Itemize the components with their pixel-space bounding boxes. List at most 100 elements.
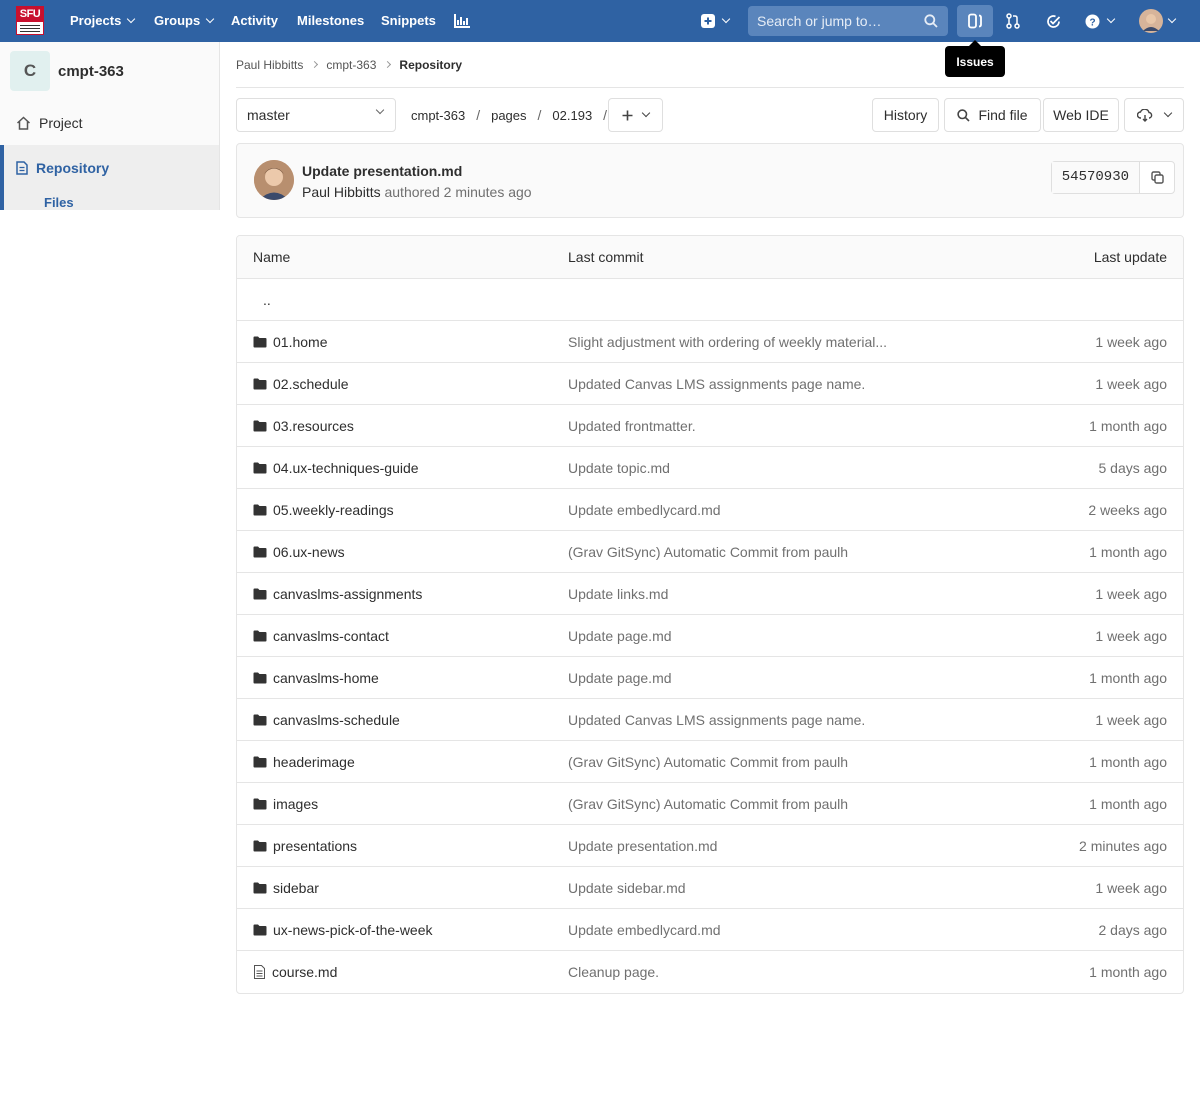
file-name-cell[interactable]: canvaslms-contact [253,628,389,644]
commit-author[interactable]: Paul Hibbitts [302,184,381,200]
file-name: canvaslms-schedule [273,711,400,728]
last-commit-message[interactable]: Update links.md [568,586,668,602]
new-dropdown-button[interactable] [698,5,732,37]
column-header-name: Name [253,249,291,265]
table-row[interactable]: 03.resources Updated frontmatter. 1 month … [237,405,1183,447]
path-segment[interactable]: cmpt-363 [411,108,465,123]
download-dropdown-button[interactable] [1124,98,1184,132]
last-commit-message[interactable]: Update page.md [568,670,672,686]
last-commit-message[interactable]: (Grav GitSync) Automatic Commit from pau… [568,544,848,560]
search-box[interactable] [748,6,948,36]
last-commit-message[interactable]: Slight adjustment with ordering of weekl… [568,334,887,350]
table-row[interactable]: images (Grav GitSync) Automatic Commit fr… [237,783,1183,825]
last-update-time: 1 month ago [1089,669,1167,686]
table-row[interactable]: 06.ux-news (Grav GitSync) Automatic Commi… [237,531,1183,573]
last-commit-message[interactable]: Update presentation.md [568,838,717,854]
nav-milestones[interactable]: Milestones [297,0,364,42]
folder-icon [253,630,267,641]
commit-sha[interactable]: 54570930 [1051,162,1140,193]
file-name-cell[interactable]: 01.home [253,334,327,350]
file-name-cell[interactable]: headerimage [253,754,355,770]
last-commit-message[interactable]: Update sidebar.md [568,880,686,896]
file-name-cell[interactable]: canvaslms-assignments [253,586,422,602]
add-to-tree-button[interactable] [608,98,663,132]
breadcrumb-owner[interactable]: Paul Hibbitts [236,58,303,72]
chart-icon [454,14,470,28]
last-commit-message[interactable]: Update embedlycard.md [568,502,721,518]
nav-analytics[interactable] [452,5,472,37]
table-row[interactable]: 02.schedule Updated Canvas LMS assignment… [237,363,1183,405]
breadcrumb-current[interactable]: Repository [399,58,462,72]
table-row[interactable]: presentations Update presentation.md 2 min… [237,825,1183,867]
last-commit-message[interactable]: Update topic.md [568,460,670,476]
parent-directory-row[interactable]: .. [237,279,1183,321]
table-row[interactable]: canvaslms-contact Update page.md 1 week ag… [237,615,1183,657]
sidebar-project-header[interactable]: C cmpt-363 [0,42,219,100]
file-name-cell[interactable]: 03.resources [253,418,354,434]
nav-activity[interactable]: Activity [231,0,278,42]
table-row[interactable]: 04.ux-techniques-guide Update topic.md 5 d… [237,447,1183,489]
file-name-cell[interactable]: 06.ux-news [253,544,345,560]
table-row[interactable]: 01.home Slight adjustment with ordering o… [237,321,1183,363]
find-file-button[interactable]: Find file [944,98,1041,132]
nav-projects[interactable]: Projects [70,0,136,42]
last-update-time: 5 days ago [1098,459,1168,476]
sidebar-subitem-files[interactable]: Files [0,190,219,210]
last-commit-message[interactable]: Updated Canvas LMS assignments page name… [568,376,865,392]
file-name-cell[interactable]: sidebar [253,880,319,896]
branch-name: master [247,107,290,123]
todo-check-icon [1046,14,1060,28]
file-name-cell[interactable]: canvaslms-schedule [253,712,400,728]
last-commit-message[interactable]: (Grav GitSync) Automatic Commit from pau… [568,754,848,770]
sidebar-item-project[interactable]: Project [0,100,219,145]
table-row[interactable]: sidebar Update sidebar.md 1 week ago [237,867,1183,909]
file-name-cell[interactable]: ux-news-pick-of-the-week [253,922,433,938]
copy-sha-button[interactable] [1140,162,1174,193]
breadcrumb-project[interactable]: cmpt-363 [326,58,376,72]
last-commit-message[interactable]: Cleanup page. [568,964,659,980]
file-name-cell[interactable]: 05.weekly-readings [253,502,394,518]
table-row[interactable]: ux-news-pick-of-the-week Update embedlyca… [237,909,1183,951]
search-input[interactable] [757,13,922,29]
file-name-cell[interactable]: images [253,796,318,812]
table-row[interactable]: canvaslms-schedule Updated Canvas LMS ass… [237,699,1183,741]
path-segment[interactable]: pages [491,108,526,123]
last-commit-message[interactable]: Update page.md [568,628,672,644]
nav-groups[interactable]: Groups [154,0,215,42]
help-dropdown-button[interactable]: ? [1082,5,1116,37]
nav-projects-label: Projects [70,13,122,28]
issues-button[interactable] [957,5,993,37]
commit-time: authored 2 minutes ago [384,184,532,200]
sfu-logo[interactable]: SFU [16,6,44,35]
table-row[interactable]: course.md Cleanup page. 1 month ago [237,951,1183,993]
chevron-down-icon [1106,14,1115,24]
table-row[interactable]: 05.weekly-readings Update embedlycard.md 2… [237,489,1183,531]
commit-author-avatar[interactable] [254,160,294,200]
file-name-cell[interactable]: 04.ux-techniques-guide [253,460,419,476]
file-name-cell[interactable]: 02.schedule [253,376,349,392]
last-commit-message[interactable]: Updated frontmatter. [568,418,696,434]
file-name-cell[interactable]: canvaslms-home [253,670,379,686]
table-row[interactable]: canvaslms-home Update page.md 1 month ago [237,657,1183,699]
path-segment[interactable]: 02.193 [552,108,592,123]
file-name: sidebar [273,879,319,896]
commit-title[interactable]: Update presentation.md [302,163,462,179]
history-button[interactable]: History [872,98,939,132]
last-commit-message[interactable]: Updated Canvas LMS assignments page name… [568,712,865,728]
table-row[interactable]: canvaslms-assignments Update links.md 1 we… [237,573,1183,615]
branch-selector[interactable]: master [236,98,396,132]
user-menu-button[interactable] [1134,5,1180,37]
project-sidebar: C cmpt-363 Project Repository Files [0,42,220,210]
nav-snippets[interactable]: Snippets [381,0,436,42]
sidebar-item-repository[interactable]: Repository [0,145,219,190]
file-name-cell[interactable]: presentations [253,838,357,854]
parent-directory-link[interactable]: .. [263,292,271,308]
table-row[interactable]: headerimage (Grav GitSync) Automatic Comm… [237,741,1183,783]
file-name-cell[interactable]: course.md [253,964,337,980]
merge-requests-button[interactable] [1000,5,1026,37]
todos-button[interactable] [1040,5,1066,37]
web-ide-button[interactable]: Web IDE [1043,98,1119,132]
last-commit-message[interactable]: (Grav GitSync) Automatic Commit from pau… [568,796,848,812]
folder-icon [253,924,267,935]
last-commit-message[interactable]: Update embedlycard.md [568,922,721,938]
